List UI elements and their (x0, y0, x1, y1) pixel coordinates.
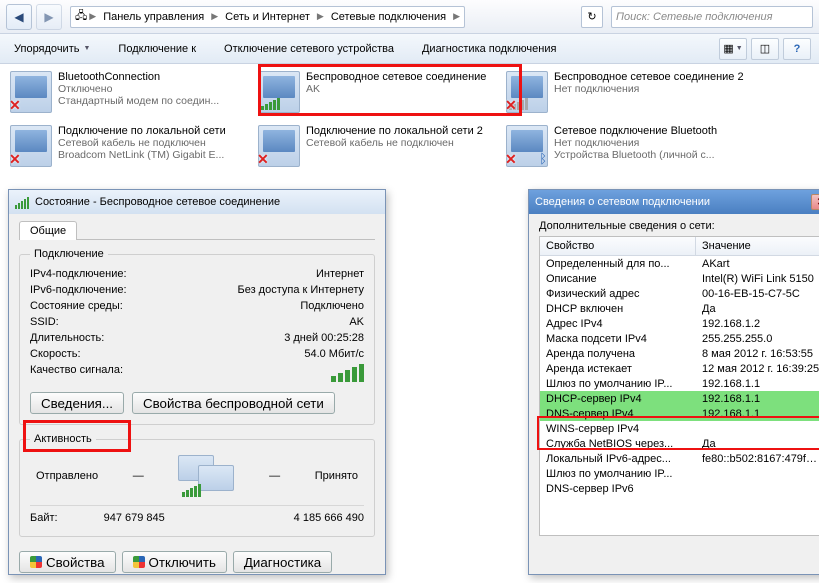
dialog-title: Состояние - Беспроводное сетевое соедине… (35, 196, 280, 208)
connect-to-menu[interactable]: Подключение к (112, 40, 202, 58)
bluetooth-icon: ᛒ (539, 151, 547, 166)
search-placeholder: Поиск: Сетевые подключения (616, 11, 773, 23)
search-input[interactable]: Поиск: Сетевые подключения (611, 6, 813, 28)
dialog-title: Сведения о сетевом подключении (535, 196, 710, 208)
connection-group: Подключение IPv4-подключение:ИнтернетIPv… (19, 248, 375, 425)
dialog-titlebar[interactable]: Состояние - Беспроводное сетевое соедине… (9, 190, 385, 214)
toolbar: Упорядочить▼ Подключение к Отключение се… (0, 34, 819, 64)
status-dialog: Состояние - Беспроводное сетевое соедине… (8, 189, 386, 575)
details-listview[interactable]: Свойство Значение Определенный для по...… (539, 236, 819, 536)
connections-list[interactable]: ✕ BluetoothConnection Отключено Стандарт… (0, 64, 819, 180)
properties-button[interactable]: Свойства (19, 551, 116, 573)
group-legend: Активность (30, 433, 96, 445)
activity-icon (178, 455, 234, 497)
detail-row[interactable]: DNS-сервер IPv6 (540, 481, 819, 496)
connection-icon: ✕ (10, 71, 52, 113)
detail-row[interactable]: Определенный для по...AKart (540, 256, 819, 271)
detail-row[interactable]: Локальный IPv6-адрес...fe80::b502:8167:4… (540, 451, 819, 466)
tabs: Общие (19, 220, 375, 240)
group-legend: Подключение (30, 248, 108, 260)
back-button[interactable]: ◀ (6, 4, 32, 30)
diagnose-button[interactable]: Диагностика (233, 551, 332, 573)
help-button[interactable]: ? (783, 38, 811, 60)
close-button[interactable]: ✕ (811, 194, 819, 210)
view-options-button[interactable]: ▦ ▼ (719, 38, 747, 60)
network-icon: 🖧 (75, 7, 87, 26)
diagnose-connection[interactable]: Диагностика подключения (416, 40, 562, 58)
column-property[interactable]: Свойство (540, 237, 696, 255)
disconnected-icon: ✕ (505, 151, 517, 168)
disconnected-icon: ✕ (505, 97, 517, 114)
signal-bars-icon (15, 195, 29, 209)
forward-button[interactable]: ▶ (36, 4, 62, 30)
disabled-icon: ✕ (9, 97, 21, 114)
bc-net-internet[interactable]: Сеть и Интернет (220, 10, 315, 24)
address-bar: ◀ ▶ 🖧 ▶ Панель управления▶ Сеть и Интерн… (0, 0, 819, 34)
conn-wifi2[interactable]: ✕ Беспроводное сетевое соединение 2 Нет … (502, 68, 750, 118)
conn-lan[interactable]: ✕ Подключение по локальной сети Сетевой … (6, 122, 254, 172)
organize-menu[interactable]: Упорядочить▼ (8, 40, 96, 58)
bc-control-panel[interactable]: Панель управления (98, 10, 209, 24)
refresh-button[interactable]: ↻ (581, 6, 603, 28)
shield-icon (30, 556, 42, 568)
status-row: Состояние среды:Подключено (30, 298, 364, 314)
connection-icon (258, 71, 300, 113)
status-row: IPv4-подключение:Интернет (30, 266, 364, 282)
detail-row[interactable]: DHCP включенДа (540, 301, 819, 316)
details-dialog: Сведения о сетевом подключении ✕ Дополни… (528, 189, 819, 575)
detail-row[interactable]: ОписаниеIntel(R) WiFi Link 5150 (540, 271, 819, 286)
bytes-sent: 947 679 845 (58, 512, 211, 524)
connection-icon: ✕ᛒ (506, 125, 548, 167)
activity-group: Активность Отправлено — — Принято Байт: … (19, 433, 375, 537)
received-label: Принято (315, 470, 358, 482)
conn-wifi[interactable]: Беспроводное сетевое соединение AK (254, 68, 502, 118)
detail-row[interactable]: Аренда истекает12 мая 2012 г. 16:39:25 (540, 361, 819, 376)
signal-quality-label: Качество сигнала: (30, 364, 123, 382)
dialog-titlebar[interactable]: Сведения о сетевом подключении ✕ (529, 190, 819, 214)
detail-row[interactable]: Маска подсети IPv4255.255.255.0 (540, 331, 819, 346)
wireless-properties-button[interactable]: Свойства беспроводной сети (132, 392, 335, 414)
signal-bars-icon (261, 98, 280, 110)
breadcrumb[interactable]: 🖧 ▶ Панель управления▶ Сеть и Интернет▶ … (70, 6, 465, 28)
disable-device[interactable]: Отключение сетевого устройства (218, 40, 400, 58)
status-row: Длительность:3 дней 00:25:28 (30, 330, 364, 346)
conn-lan2[interactable]: ✕ Подключение по локальной сети 2 Сетево… (254, 122, 502, 172)
detail-row[interactable]: WINS-сервер IPv4 (540, 421, 819, 436)
disconnected-icon: ✕ (257, 151, 269, 168)
detail-row[interactable]: Шлюз по умолчанию IP...192.168.1.1 (540, 376, 819, 391)
connection-icon: ✕ (258, 125, 300, 167)
bytes-label: Байт: (30, 512, 58, 524)
detail-row[interactable]: Адрес IPv4192.168.1.2 (540, 316, 819, 331)
shield-icon (133, 556, 145, 568)
detail-row[interactable]: Аренда получена8 мая 2012 г. 16:53:55 (540, 346, 819, 361)
detail-row[interactable]: DHCP-сервер IPv4192.168.1.1 (540, 391, 819, 406)
conn-bt-net[interactable]: ✕ᛒ Сетевое подключение Bluetooth Нет под… (502, 122, 750, 172)
preview-pane-button[interactable]: ◫ (751, 38, 779, 60)
bytes-received: 4 185 666 490 (211, 512, 364, 524)
connection-icon: ✕ (10, 125, 52, 167)
conn-bluetooth[interactable]: ✕ BluetoothConnection Отключено Стандарт… (6, 68, 254, 118)
disable-button[interactable]: Отключить (122, 551, 227, 573)
column-value[interactable]: Значение (696, 237, 819, 255)
detail-row[interactable]: Физический адрес00-16-EB-15-C7-5C (540, 286, 819, 301)
signal-bars-icon (331, 364, 364, 382)
status-row: IPv6-подключение:Без доступа к Интернету (30, 282, 364, 298)
detail-row[interactable]: Служба NetBIOS через...Да (540, 436, 819, 451)
detail-row[interactable]: DNS-сервер IPv4192.168.1.1 (540, 406, 819, 421)
status-row: Скорость:54.0 Мбит/с (30, 346, 364, 362)
detail-row[interactable]: Шлюз по умолчанию IP... (540, 466, 819, 481)
bc-net-connections[interactable]: Сетевые подключения (326, 10, 451, 24)
tab-general[interactable]: Общие (19, 221, 77, 240)
details-button[interactable]: Сведения... (30, 392, 124, 414)
disconnected-icon: ✕ (9, 151, 21, 168)
sent-label: Отправлено (36, 470, 98, 482)
connection-icon: ✕ (506, 71, 548, 113)
status-row: SSID:AK (30, 314, 364, 330)
details-subtitle: Дополнительные сведения о сети: (539, 220, 819, 232)
